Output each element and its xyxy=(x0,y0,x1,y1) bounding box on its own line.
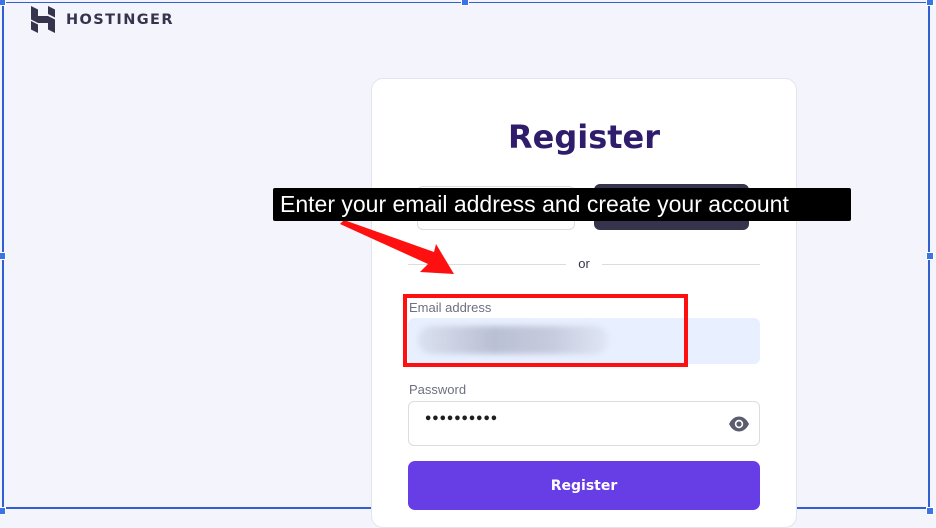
resize-handle-middle-left[interactable] xyxy=(0,252,6,260)
annotation-tooltip: Enter your email address and create your… xyxy=(273,188,851,221)
divider-right xyxy=(602,264,760,265)
password-value: •••••••••• xyxy=(424,412,498,427)
brand-name: HOSTINGER xyxy=(66,11,174,28)
resize-handle-top-center[interactable] xyxy=(461,0,469,6)
email-highlight-box xyxy=(403,294,688,367)
eye-icon[interactable] xyxy=(728,414,750,434)
password-label: Password xyxy=(409,382,467,397)
resize-handle-top-right[interactable] xyxy=(926,0,934,6)
page-title: Register xyxy=(507,118,661,156)
resize-handle-middle-right[interactable] xyxy=(926,252,934,260)
register-button[interactable]: Register xyxy=(408,461,760,510)
divider-or-text: or xyxy=(578,256,590,271)
hostinger-h-logo-icon xyxy=(31,6,55,33)
resize-handle-top-left[interactable] xyxy=(0,0,6,6)
red-arrow-icon xyxy=(340,220,454,274)
brand-logo[interactable]: HOSTINGER xyxy=(31,6,174,33)
